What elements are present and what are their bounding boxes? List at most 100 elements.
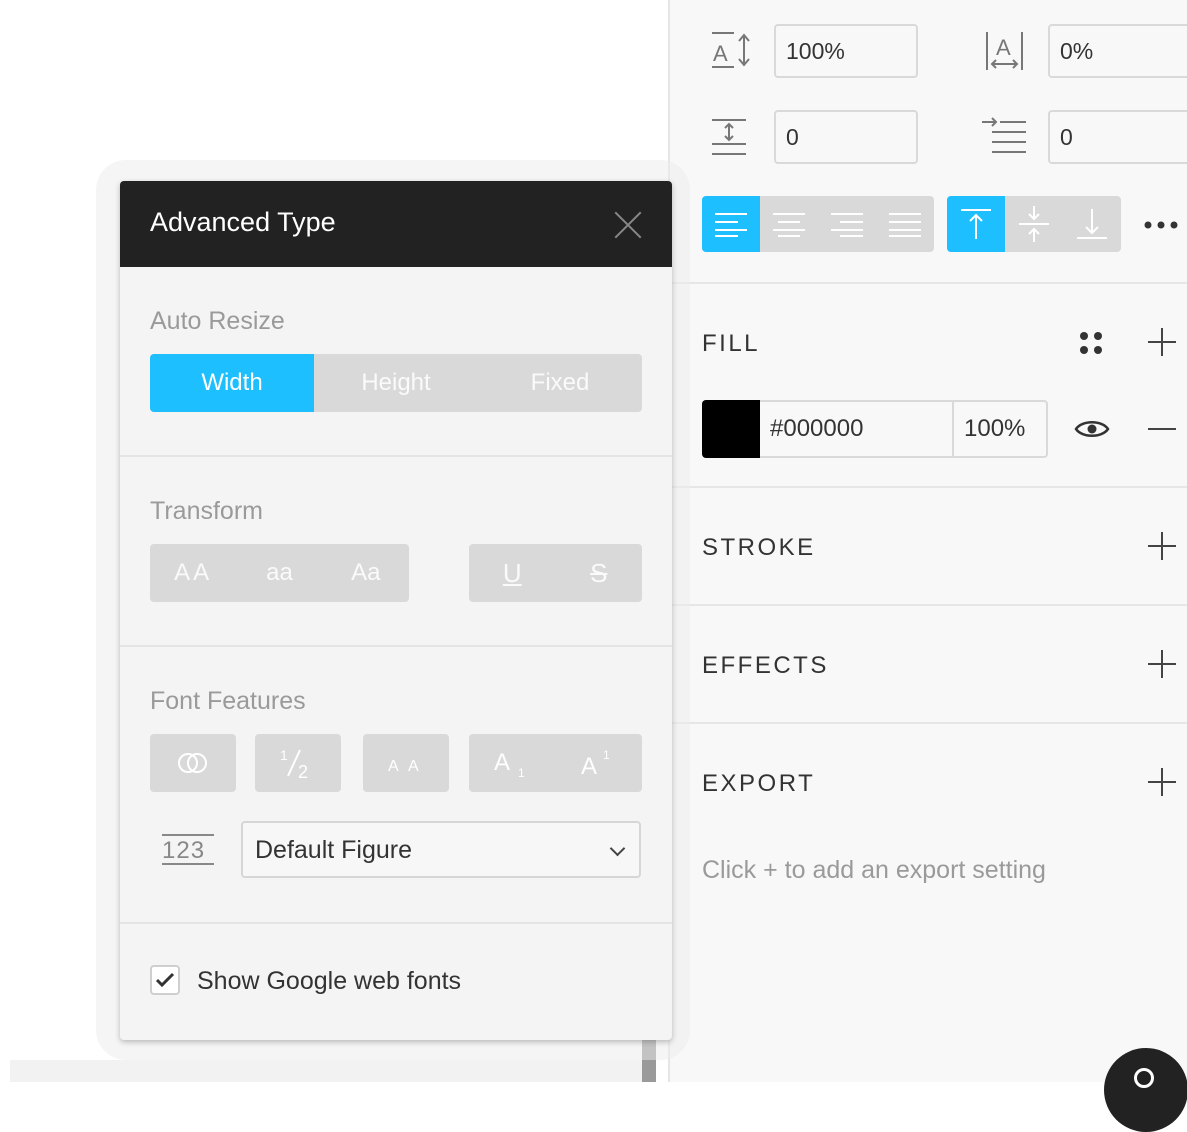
font-features-label: Font Features <box>150 687 306 715</box>
svg-text:A: A <box>713 41 728 66</box>
vertical-align-group <box>947 196 1121 252</box>
fractions-icon: 1 2 <box>280 747 308 780</box>
text-align-group <box>702 196 934 252</box>
svg-text:A: A <box>494 749 510 776</box>
properties-panel: A 100% A 0% 0 0 FILL #000000 100% STROKE… <box>668 0 1187 1082</box>
add-export-button[interactable] <box>1148 768 1176 796</box>
align-center-button[interactable] <box>760 196 818 252</box>
letter-spacing-input[interactable]: 0% <box>1048 24 1187 78</box>
align-left-icon <box>715 213 747 237</box>
eye-icon[interactable] <box>1074 418 1110 440</box>
paragraph-spacing-input[interactable]: 0 <box>774 110 918 164</box>
export-hint: Click + to add an export setting <box>702 856 1046 884</box>
stroke-section-title: STROKE <box>702 534 816 561</box>
align-justify-icon <box>889 213 921 237</box>
section-divider <box>670 722 1187 724</box>
add-fill-button[interactable] <box>1148 328 1176 356</box>
add-stroke-button[interactable] <box>1148 532 1176 560</box>
align-justify-button[interactable] <box>876 196 934 252</box>
line-height-icon: A <box>710 30 754 70</box>
resize-fixed-button[interactable]: Fixed <box>478 354 642 412</box>
align-top-button[interactable] <box>947 196 1005 252</box>
fill-styles-icon[interactable] <box>1078 330 1104 356</box>
section-divider <box>670 282 1187 284</box>
titlecase-button[interactable]: Aa <box>323 544 409 602</box>
paragraph-indent-icon <box>980 116 1030 156</box>
fractions-cell: 1 2 <box>255 734 341 792</box>
align-left-button[interactable] <box>702 196 760 252</box>
small-caps-cell: A A <box>363 734 449 792</box>
fill-section-title: FILL <box>702 330 761 357</box>
strikethrough-button[interactable]: S <box>556 544 643 602</box>
svg-text:1: 1 <box>518 766 525 778</box>
svg-text:1: 1 <box>280 747 288 763</box>
align-right-icon <box>831 213 863 237</box>
align-middle-button[interactable] <box>1005 196 1063 252</box>
ligatures-icon <box>178 753 207 773</box>
svg-text:1: 1 <box>603 748 610 762</box>
remove-fill-button[interactable] <box>1148 428 1176 430</box>
figure-style-value: Default Figure <box>255 836 413 864</box>
figure-style-icon: 123 <box>160 833 218 867</box>
paragraph-spacing-icon <box>710 116 750 158</box>
align-top-icon <box>961 209 991 239</box>
align-middle-icon <box>1019 206 1049 242</box>
popup-divider <box>120 645 672 647</box>
section-divider <box>670 604 1187 606</box>
svg-text:A: A <box>408 758 419 773</box>
subscript-button[interactable]: A 1 <box>469 734 556 792</box>
underline-button[interactable]: U <box>469 544 556 602</box>
align-bottom-button[interactable] <box>1063 196 1121 252</box>
canvas-scroll-area <box>10 1060 650 1082</box>
svg-text:2: 2 <box>298 762 308 780</box>
align-center-icon <box>773 213 805 237</box>
svg-text:A: A <box>996 35 1011 60</box>
auto-resize-segmented: Width Height Fixed <box>150 354 642 412</box>
popup-header: Advanced Type <box>120 181 672 267</box>
help-button[interactable] <box>1104 1048 1187 1132</box>
ligatures-cell <box>150 734 236 792</box>
export-section-title: EXPORT <box>702 770 816 797</box>
section-divider <box>670 486 1187 488</box>
svg-text:A: A <box>388 758 399 773</box>
effects-section-title: EFFECTS <box>702 652 829 679</box>
transform-label: Transform <box>150 497 263 525</box>
advanced-type-popup: Advanced Type Auto Resize Width Height F… <box>120 181 672 1040</box>
uppercase-button[interactable]: AA <box>150 544 236 602</box>
small-caps-button[interactable]: A A <box>363 734 449 792</box>
decoration-group: U S <box>469 544 642 602</box>
fill-hex-input[interactable]: #000000 <box>760 400 954 458</box>
letter-spacing-icon: A <box>984 30 1028 72</box>
line-height-input[interactable]: 100% <box>774 24 918 78</box>
google-fonts-label: Show Google web fonts <box>197 967 462 995</box>
fractions-button[interactable]: 1 2 <box>255 734 341 792</box>
superscript-button[interactable]: A 1 <box>556 734 643 792</box>
checkmark-icon <box>155 972 175 988</box>
help-icon <box>1134 1068 1154 1088</box>
more-options-icon[interactable] <box>1142 218 1182 230</box>
google-fonts-checkbox[interactable] <box>150 965 180 995</box>
svg-text:A: A <box>581 753 597 778</box>
lowercase-button[interactable]: aa <box>236 544 322 602</box>
subscript-icon: A 1 <box>494 749 525 778</box>
paragraph-indent-input[interactable]: 0 <box>1048 110 1187 164</box>
resize-height-button[interactable]: Height <box>314 354 478 412</box>
small-caps-icon: A A <box>388 758 419 773</box>
resize-width-button[interactable]: Width <box>150 354 314 412</box>
figure-icon-text: 123 <box>162 837 205 864</box>
add-effect-button[interactable] <box>1148 650 1176 678</box>
figure-style-select[interactable]: Default Figure <box>241 821 641 878</box>
chevron-down-icon <box>609 840 626 857</box>
sub-superscript-group: A 1 A 1 <box>469 734 642 792</box>
ligatures-button[interactable] <box>150 734 236 792</box>
align-bottom-icon <box>1077 209 1107 239</box>
strikethrough-icon: S <box>590 557 608 588</box>
align-right-button[interactable] <box>818 196 876 252</box>
auto-resize-label: Auto Resize <box>150 307 285 335</box>
popup-divider <box>120 922 672 924</box>
superscript-icon: A 1 <box>581 748 610 778</box>
fill-opacity-input[interactable]: 100% <box>952 400 1048 458</box>
close-icon[interactable] <box>614 211 642 239</box>
case-transform-group: AA aa Aa <box>150 544 409 602</box>
fill-color-swatch[interactable] <box>702 400 760 458</box>
